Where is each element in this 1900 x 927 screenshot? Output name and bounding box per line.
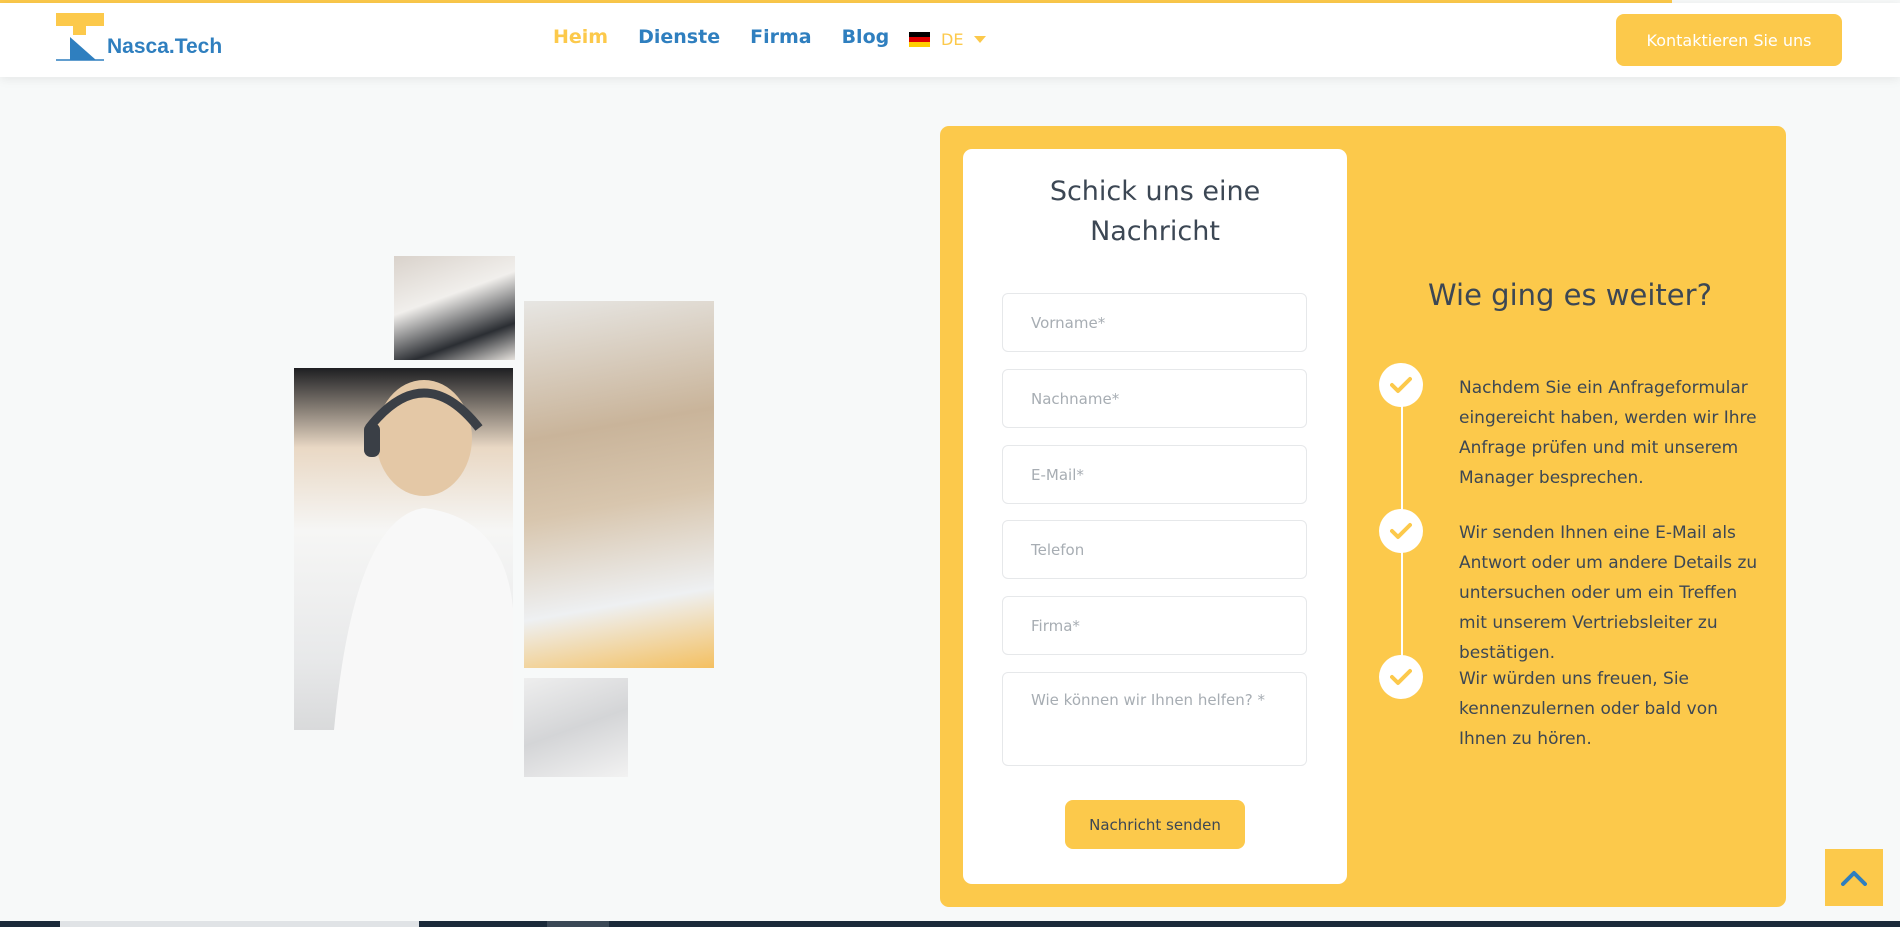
- last-name-field[interactable]: Nachname*: [1002, 369, 1307, 428]
- nav-item-heim[interactable]: Heim: [553, 26, 608, 48]
- step-text-3: Wir würden uns freuen, Sie kennenzulerne…: [1459, 669, 1718, 749]
- message-textarea[interactable]: Wie können wir Ihnen helfen? *: [1002, 672, 1307, 766]
- send-message-button[interactable]: Nachricht senden: [1065, 800, 1245, 849]
- form-title: Schick uns eine Nachricht: [963, 172, 1347, 252]
- form-title-line-2: Nachricht: [1090, 216, 1220, 247]
- first-name-field[interactable]: Vorname*: [1002, 293, 1307, 352]
- main-nav: Heim Dienste Firma Blog: [553, 26, 919, 48]
- company-field[interactable]: Firma*: [1002, 596, 1307, 655]
- site-header: Nasca.Tech Heim Dienste Firma Blog DE Ko…: [0, 3, 1900, 77]
- check-icon: [1379, 363, 1423, 407]
- collage-photo-right: [524, 301, 714, 668]
- next-steps-title: Wie ging es weiter?: [1428, 278, 1712, 312]
- collage-photo-laptop: [524, 678, 628, 777]
- phone-field[interactable]: Telefon: [1002, 520, 1307, 579]
- back-to-top-button[interactable]: [1825, 849, 1883, 906]
- email-field[interactable]: E-Mail*: [1002, 445, 1307, 504]
- nav-item-blog[interactable]: Blog: [842, 26, 890, 48]
- language-code: DE: [941, 30, 964, 49]
- chevron-up-icon: [1841, 870, 1867, 886]
- footer-strip-segment: [547, 921, 609, 927]
- collage-photo-top: [394, 256, 515, 360]
- footer-strip: [0, 921, 1900, 927]
- check-icon: [1379, 509, 1423, 553]
- language-switcher[interactable]: DE: [909, 30, 987, 49]
- collage-photo-main: [294, 368, 513, 730]
- brand-logo[interactable]: Nasca.Tech: [56, 13, 222, 61]
- caret-down-icon: [974, 36, 987, 43]
- headset-person-illustration: [334, 380, 513, 730]
- nav-item-dienste[interactable]: Dienste: [638, 26, 720, 48]
- form-title-line-1: Schick uns eine: [1049, 176, 1261, 207]
- germany-flag-icon: [909, 32, 930, 47]
- contact-us-button[interactable]: Kontaktieren Sie uns: [1616, 14, 1842, 66]
- brand-name: Nasca.Tech: [107, 35, 223, 58]
- step-text-2: Wir senden Ihnen eine E-Mail als Antwort…: [1459, 523, 1758, 663]
- step-text-1: Nachdem Sie ein Anfrageformular eingerei…: [1459, 378, 1757, 488]
- contact-form-card: [963, 149, 1347, 884]
- logo-mark-icon: [56, 13, 104, 61]
- footer-strip-segment: [60, 921, 419, 927]
- check-icon: [1379, 655, 1423, 699]
- nav-item-firma[interactable]: Firma: [750, 26, 811, 48]
